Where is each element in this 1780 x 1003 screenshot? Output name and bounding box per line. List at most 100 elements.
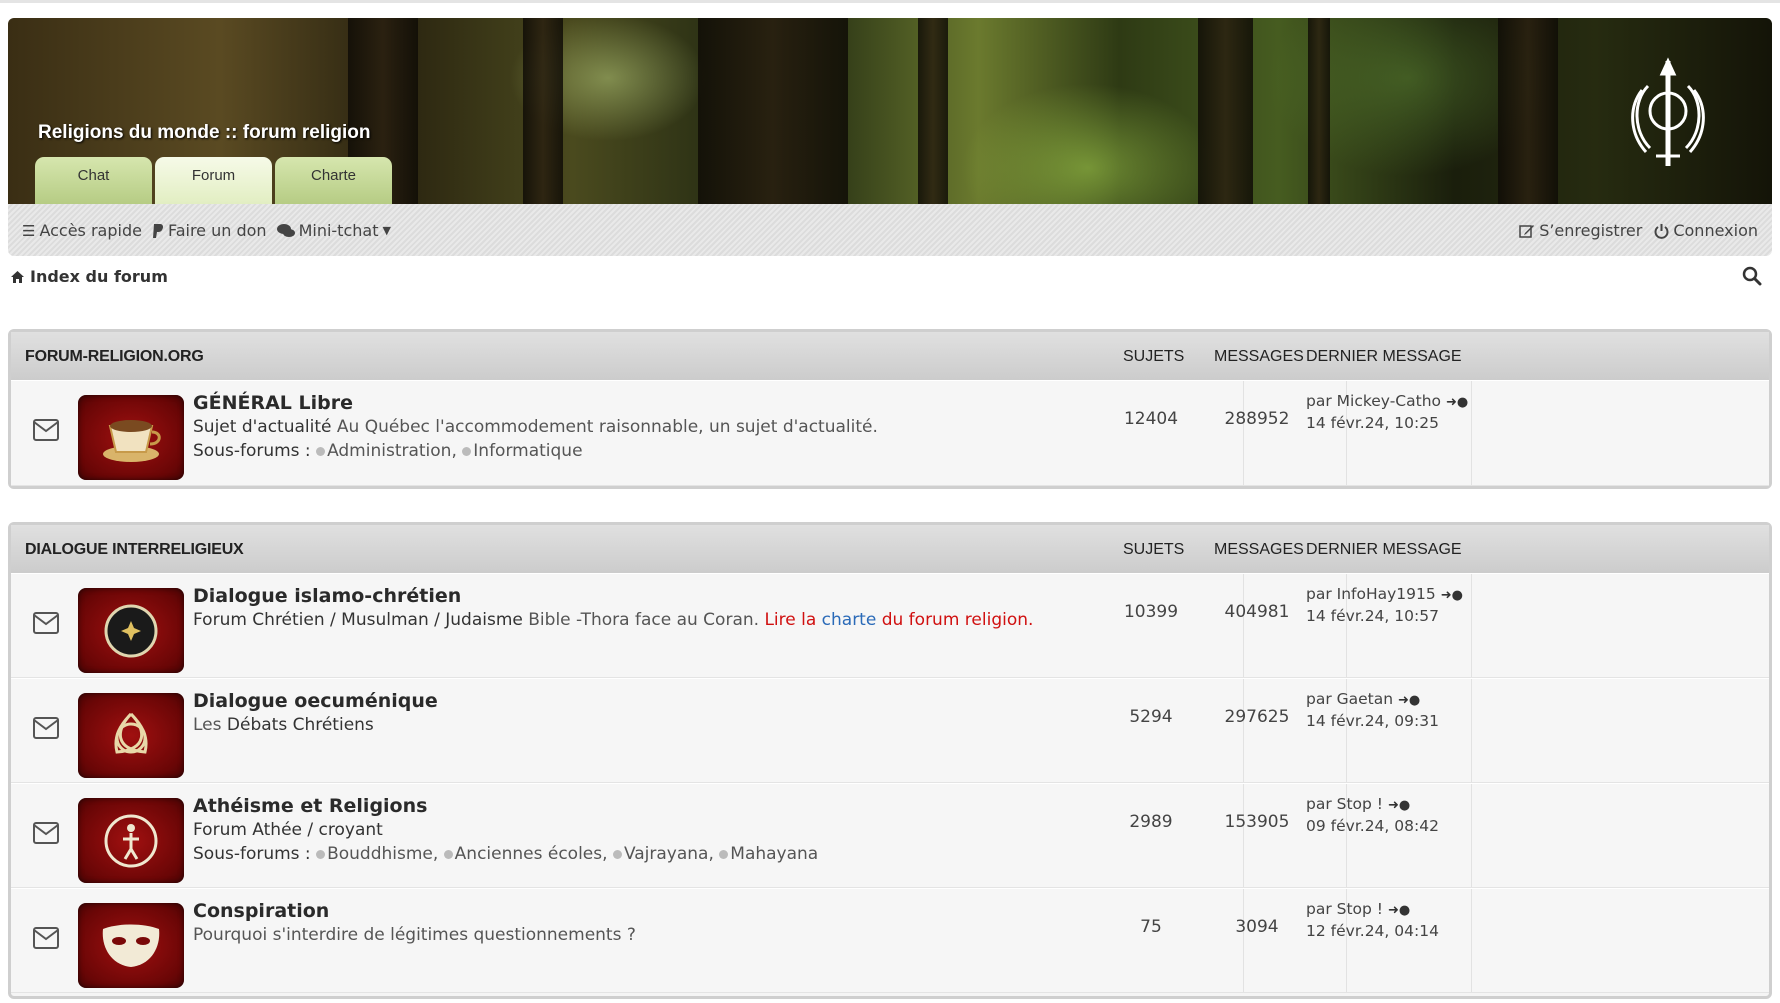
forum-description-strong: Sujet d'actualité	[193, 417, 332, 437]
last-post-date: 14 févr.24, 10:57	[1306, 607, 1439, 625]
column-divider	[1243, 889, 1244, 992]
top-border	[0, 0, 1780, 3]
goto-last-post-icon[interactable]: ➜●	[1398, 691, 1420, 711]
subforum-link[interactable]: Administration,	[327, 441, 457, 461]
envelope-icon	[33, 612, 59, 634]
login-label: Connexion	[1673, 221, 1758, 240]
subforum-link[interactable]: Bouddhisme,	[327, 844, 438, 864]
forum-title-link[interactable]: Athéisme et Religions	[193, 794, 1243, 818]
forum-icon-cross-circle[interactable]	[78, 588, 184, 673]
topics-count: 12404	[1123, 409, 1179, 429]
posts-count: 297625	[1224, 707, 1290, 727]
site-title[interactable]: Religions du monde :: forum religion	[38, 122, 371, 144]
subforum-dot-icon	[316, 850, 326, 859]
forum-description-strong: Débats Chrétiens	[226, 715, 374, 735]
category-header: DIALOGUE INTERRELIGIEUX SUJETS MESSAGES …	[11, 525, 1769, 573]
donate-label: Faire un don	[167, 221, 267, 240]
subforum-link[interactable]: Anciennes écoles,	[455, 844, 608, 864]
col-header-posts: MESSAGES	[1214, 541, 1304, 558]
quick-access-menu[interactable]: ☰ Accès rapide	[22, 221, 142, 240]
subforum-dot-icon	[443, 850, 453, 859]
col-header-last-post: DERNIER MESSAGE	[1306, 541, 1462, 558]
last-post-author[interactable]: par Stop !	[1306, 795, 1383, 813]
posts-count: 3094	[1235, 917, 1279, 937]
category-header: FORUM-RELIGION.ORG SUJETS MESSAGES DERNI…	[11, 332, 1769, 380]
forum-row: Dialogue islamo-chrétien Forum Chrétien …	[11, 573, 1769, 678]
banner-tree-trunk	[523, 18, 563, 204]
site-banner: Religions du monde :: forum religion Cha…	[8, 18, 1772, 204]
forum-title-link[interactable]: Dialogue islamo-chrétien	[193, 584, 1243, 608]
forum-description-strong: Forum Chrétien / Musulman / Judaisme	[193, 610, 523, 630]
tab-chat[interactable]: Chat	[35, 157, 152, 204]
login-link[interactable]: Connexion	[1654, 221, 1758, 240]
forum-description: Bible -Thora face au Coran.	[522, 610, 765, 630]
minichat-dropdown[interactable]: Mini-tchat ▼	[276, 221, 391, 240]
column-divider	[1243, 679, 1244, 782]
breadcrumb: Index du forum	[10, 267, 168, 286]
donate-link[interactable]: Faire un don	[152, 221, 267, 240]
minichat-label: Mini-tchat	[298, 221, 379, 240]
forum-row: GÉNÉRAL Libre Sujet d'actualité Au Québe…	[11, 380, 1769, 486]
edit-icon	[1519, 224, 1535, 238]
topics-count: 5294	[1129, 707, 1173, 727]
posts-count: 404981	[1224, 602, 1290, 622]
category-title[interactable]: DIALOGUE INTERRELIGIEUX	[25, 541, 244, 559]
subforum-link[interactable]: Informatique	[473, 441, 582, 461]
category-forum-religion: FORUM-RELIGION.ORG SUJETS MESSAGES DERNI…	[8, 329, 1772, 489]
column-divider	[1243, 381, 1244, 485]
forum-row: Athéisme et Religions Forum Athée / croy…	[11, 783, 1769, 888]
main-tabs: Chat Forum Charte	[35, 157, 395, 204]
paypal-icon	[152, 223, 164, 238]
last-post-date: 14 févr.24, 10:25	[1306, 414, 1439, 432]
forum-icon-mask[interactable]	[78, 903, 184, 988]
forum-title-link[interactable]: GÉNÉRAL Libre	[193, 391, 1243, 415]
last-post-author[interactable]: par Mickey-Catho	[1306, 392, 1441, 410]
goto-last-post-icon[interactable]: ➜●	[1446, 393, 1468, 413]
subforum-link[interactable]: Mahayana	[730, 844, 818, 864]
subforums-label: Sous-forums :	[193, 441, 311, 461]
goto-last-post-icon[interactable]: ➜●	[1388, 796, 1410, 816]
topics-count: 10399	[1123, 602, 1179, 622]
last-post-author[interactable]: par Gaetan	[1306, 690, 1393, 708]
figure-circle-icon	[104, 814, 158, 867]
forum-title-link[interactable]: Dialogue oecuménique	[193, 689, 1243, 713]
search-icon[interactable]	[1742, 266, 1762, 286]
subforum-link[interactable]: Vajrayana,	[624, 844, 714, 864]
goto-last-post-icon[interactable]: ➜●	[1388, 901, 1410, 921]
goto-last-post-icon[interactable]: ➜●	[1441, 586, 1463, 606]
envelope-icon	[33, 927, 59, 949]
subforum-dot-icon	[612, 850, 622, 859]
comments-icon	[276, 223, 295, 237]
col-header-topics: SUJETS	[1123, 541, 1185, 558]
last-post-author[interactable]: par Stop !	[1306, 900, 1383, 918]
subforum-dot-icon	[462, 447, 472, 456]
forum-row: Conspiration Pourquoi s'interdire de lég…	[11, 888, 1769, 993]
triquetra-icon	[114, 712, 148, 754]
breadcrumb-index-link[interactable]: Index du forum	[30, 267, 168, 286]
charte-link[interactable]: charte	[822, 610, 877, 630]
category-title[interactable]: FORUM-RELIGION.ORG	[25, 348, 204, 366]
column-divider	[1471, 784, 1472, 887]
col-header-last-post: DERNIER MESSAGE	[1306, 348, 1462, 365]
hamburger-icon: ☰	[22, 221, 36, 240]
subforum-dot-icon	[719, 850, 729, 859]
forum-icon-triquetra[interactable]	[78, 693, 184, 778]
register-link[interactable]: S’enregistrer	[1519, 221, 1642, 240]
forum-title-link[interactable]: Conspiration	[193, 899, 1243, 923]
forum-description-strong: Forum Athée / croyant	[193, 820, 383, 840]
col-header-topics: SUJETS	[1123, 348, 1185, 365]
tab-forum[interactable]: Forum	[155, 157, 272, 204]
column-divider	[1243, 574, 1244, 677]
banner-tree-trunk	[1498, 18, 1558, 204]
last-post-author[interactable]: par InfoHay1915	[1306, 585, 1436, 603]
coffee-cup-icon	[103, 419, 161, 462]
tab-charte[interactable]: Charte	[275, 157, 392, 204]
forum-description: Pourquoi s'interdire de légitimes questi…	[193, 925, 636, 945]
envelope-icon	[33, 717, 59, 739]
quick-access-label: Accès rapide	[39, 221, 142, 240]
forum-icon-figure-circle[interactable]	[78, 798, 184, 883]
banner-tree-trunk	[918, 18, 948, 204]
topics-count: 75	[1140, 917, 1162, 937]
envelope-icon	[33, 822, 59, 844]
forum-icon-coffee-cup[interactable]	[78, 395, 184, 480]
